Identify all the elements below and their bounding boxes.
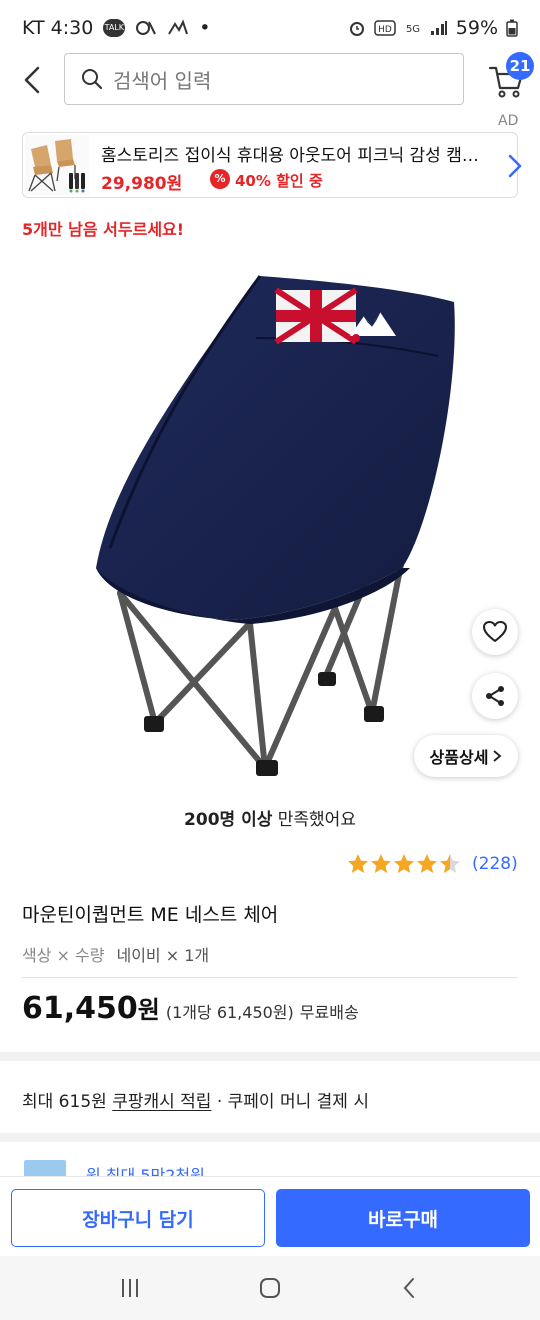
more-dot-icon: • xyxy=(199,17,211,39)
back-nav-icon[interactable] xyxy=(398,1276,422,1300)
search-icon xyxy=(82,69,103,90)
system-nav-bar xyxy=(0,1256,540,1320)
add-to-cart-button[interactable]: 장바구니 담기 xyxy=(11,1189,265,1247)
ad-label: AD xyxy=(498,113,519,129)
stock-alert: 5개만 남음 서두르세요! xyxy=(22,220,185,239)
ad-discount: 40% 할인 중 xyxy=(235,172,323,190)
price: 61,450원 xyxy=(22,991,160,1026)
product-detail-label: 상품상세 xyxy=(429,748,489,767)
back-button[interactable] xyxy=(14,60,54,100)
rating[interactable]: (228) xyxy=(346,852,518,876)
star-4 xyxy=(417,854,437,873)
wishlist-button[interactable] xyxy=(472,609,518,655)
kakaotalk-icon: TALK xyxy=(103,19,126,37)
search-input[interactable]: 검색어 입력 xyxy=(64,53,464,105)
product-title: 마운틴이퀍먼트 ME 네스트 체어 xyxy=(22,904,279,926)
price-row: 61,450원 (1개당 61,450원) 무료배송 xyxy=(22,990,359,1026)
signal-icon xyxy=(430,21,447,35)
battery-percent: 59% xyxy=(455,17,498,39)
star-1 xyxy=(348,854,368,873)
alarm-icon xyxy=(349,22,364,36)
top-header: 검색어 입력 xyxy=(0,52,540,110)
chevron-right-icon xyxy=(508,154,522,178)
review-count[interactable]: (228) xyxy=(472,854,518,874)
notification-icon-2 xyxy=(168,19,189,35)
5g-icon: 5G xyxy=(406,24,420,35)
satisfaction-rest: 만족했어요 xyxy=(272,810,356,830)
home-icon[interactable] xyxy=(258,1276,282,1300)
ad-thumbnail xyxy=(25,135,89,195)
satisfaction-text: 200명 이상 만족했어요 xyxy=(0,805,540,830)
hd-icon: HD xyxy=(374,20,396,36)
option-row[interactable]: 색상 × 수량 네이비 × 1개 xyxy=(22,942,209,966)
discount-icon: % xyxy=(210,169,230,189)
star-5 xyxy=(440,854,460,873)
carrier-time: KT 4:30 xyxy=(22,17,94,39)
status-bar: KT 4:30 TALK • HD 5G 59% xyxy=(0,0,540,56)
cart-count-badge: 21 xyxy=(506,52,534,80)
coupang-cash-link[interactable]: 쿠팡캐시 적립 xyxy=(112,1092,211,1112)
option-label: 색상 × 수량 xyxy=(22,946,105,965)
buy-now-button[interactable]: 바로구매 xyxy=(276,1189,530,1247)
option-value: 네이비 × 1개 xyxy=(116,946,210,965)
share-icon xyxy=(486,686,504,706)
ad-banner[interactable]: 홈스토리즈 접이식 휴대용 아웃도어 피크닉 감성 캠핑 의자 29,980원 … xyxy=(22,132,522,198)
cash-reward-row: 최대 615원 쿠팡캐시 적립 · 쿠페이 머니 결제 시 xyxy=(22,1092,369,1112)
product-detail-button[interactable]: 상품상세 xyxy=(414,735,518,777)
heart-icon xyxy=(483,621,507,642)
divider xyxy=(22,977,518,978)
satisfaction-count: 200명 이상 xyxy=(184,810,273,830)
battery-icon xyxy=(506,19,518,37)
svg-text:HD: HD xyxy=(378,25,392,35)
section-divider xyxy=(0,1052,540,1061)
svg-text:5G: 5G xyxy=(406,24,420,35)
share-button[interactable] xyxy=(472,673,518,719)
ad-title: 홈스토리즈 접이식 휴대용 아웃도어 피크닉 감성 캠핑 의자 xyxy=(101,146,491,166)
bottom-action-bar: 장바구니 담기 바로구매 xyxy=(0,1176,540,1256)
star-rating-icon xyxy=(348,854,460,873)
section-divider-2 xyxy=(0,1133,540,1142)
star-2 xyxy=(371,854,391,873)
chevron-right-icon xyxy=(493,750,502,762)
search-placeholder: 검색어 입력 xyxy=(113,68,212,93)
unit-price: (1개당 61,450원) xyxy=(165,1003,294,1022)
product-image[interactable] xyxy=(80,268,470,788)
shipping-label: 무료배송 xyxy=(299,1003,359,1022)
chevron-left-icon xyxy=(24,66,40,94)
ad-price: 29,980원 xyxy=(101,174,183,194)
recent-apps-icon[interactable] xyxy=(118,1276,142,1300)
notification-icon xyxy=(136,21,157,35)
star-3 xyxy=(394,854,414,873)
